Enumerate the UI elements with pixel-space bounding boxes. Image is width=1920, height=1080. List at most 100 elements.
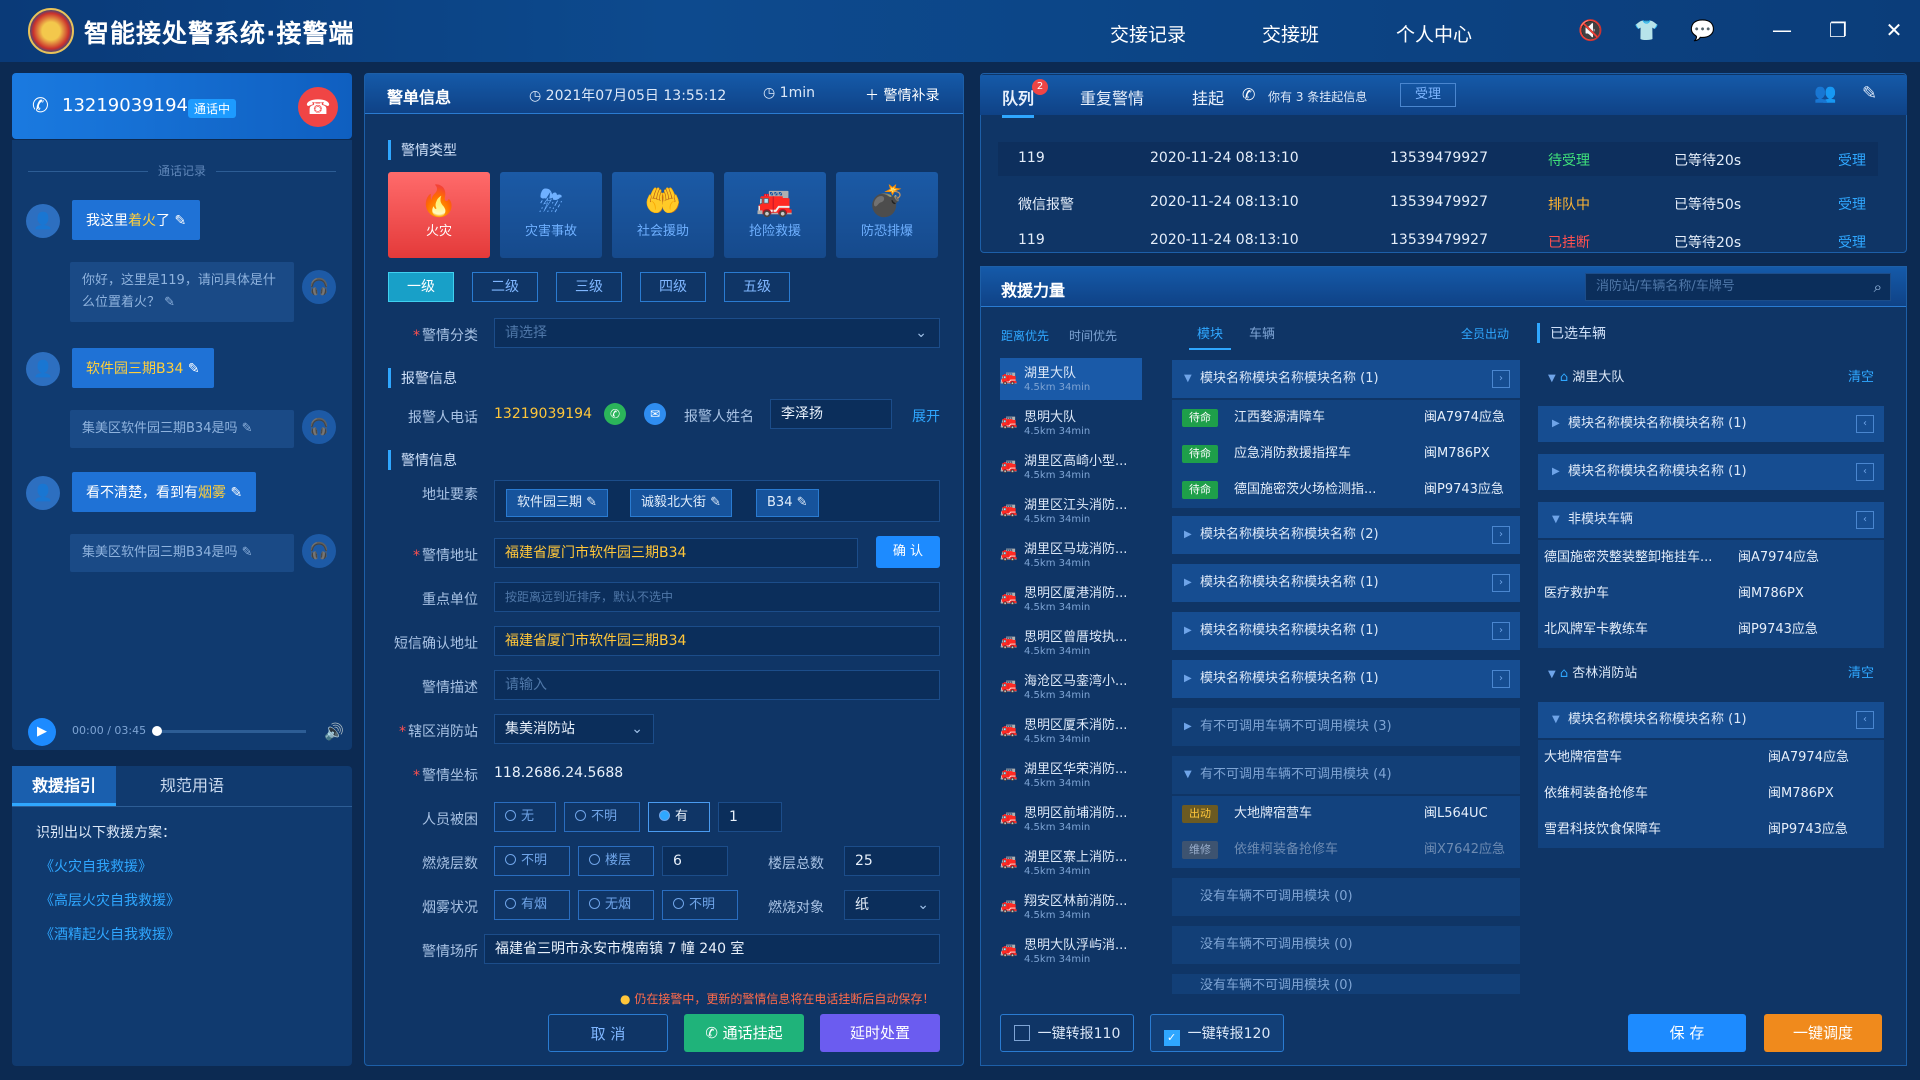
trapped-count-input[interactable]: 1 bbox=[718, 802, 782, 832]
category-fire[interactable]: 🔥 火灾 bbox=[388, 172, 490, 258]
message-icon[interactable]: 💬 bbox=[1690, 18, 1715, 42]
queue-row[interactable]: 微信报警 2020-11-24 08:13:10 13539479927 排队中 已等待… bbox=[998, 186, 1878, 220]
nav-personal-center[interactable]: 个人中心 bbox=[1396, 20, 1472, 47]
station-item[interactable]: 🚒 思明区曾厝垵执... 4.5km 34min bbox=[1000, 622, 1142, 664]
addr-tag[interactable]: 诚毅北大街 ✎ bbox=[630, 489, 733, 517]
tab-modules[interactable]: 模块 bbox=[1189, 323, 1232, 350]
station-item[interactable]: 🚒 思明大队浮屿消... 4.5km 34min bbox=[1000, 930, 1142, 972]
station-item[interactable]: 🚒 湖里区马垅消防... 4.5km 34min bbox=[1000, 534, 1142, 576]
addr-tag[interactable]: 软件园三期 ✎ bbox=[506, 489, 609, 517]
selected-vehicle-row[interactable]: 北风牌军卡教练车 闽P9743应急 bbox=[1538, 612, 1884, 648]
vehicle-row[interactable]: 维修 依维柯装备抢修车 闽X7642应急 bbox=[1172, 832, 1520, 868]
hold-call-button[interactable]: ✆ 通话挂起 bbox=[684, 1014, 804, 1052]
module-row[interactable]: ▶ 模块名称模块名称模块名称 (2) › bbox=[1172, 516, 1520, 554]
edit-icon[interactable]: ✎ bbox=[230, 485, 242, 501]
selected-module-row[interactable]: ▶ 模块名称模块名称模块名称 (1) ‹ bbox=[1538, 454, 1884, 490]
edit-icon[interactable]: ✎ bbox=[242, 545, 253, 560]
floor-input[interactable]: 6 bbox=[662, 846, 728, 876]
guide-link[interactable]: 《酒精起火自我救援》 bbox=[40, 924, 180, 944]
transfer-110-checkbox[interactable]: 一键转报110 bbox=[1000, 1014, 1134, 1052]
vehicle-row[interactable]: 待命 江西婺源清障车 闽A7974应急 bbox=[1172, 400, 1520, 436]
non-module-row[interactable]: ▼ 非模块车辆 ‹ bbox=[1538, 502, 1884, 538]
guide-link[interactable]: 《火灾自我救援》 bbox=[40, 856, 152, 876]
station-item[interactable]: 🚒 湖里区华荣消防... 4.5km 34min bbox=[1000, 754, 1142, 796]
selected-module-row[interactable]: ▶ 模块名称模块名称模块名称 (1) ‹ bbox=[1538, 406, 1884, 442]
user-icon[interactable]: 👥 bbox=[1814, 83, 1836, 104]
expand-link[interactable]: 展开 bbox=[912, 406, 940, 426]
station-item[interactable]: 🚒 湖里区寨上消防... 4.5km 34min bbox=[1000, 842, 1142, 884]
selected-vehicle-row[interactable]: 德国施密茨整装整卸拖挂车... 闽A7974应急 bbox=[1538, 540, 1884, 576]
vehicle-row[interactable]: 待命 德国施密茨火场检测指... 闽P9743应急 bbox=[1172, 472, 1520, 508]
trapped-unknown-radio[interactable]: 不明 bbox=[564, 802, 640, 832]
level-2[interactable]: 二级 bbox=[472, 272, 538, 302]
smoke-unknown-radio[interactable]: 不明 bbox=[662, 890, 738, 920]
level-1[interactable]: 一级 bbox=[388, 272, 454, 302]
tab-rescue-guide[interactable]: 救援指引 bbox=[12, 766, 117, 806]
unavailable-module-row[interactable]: ▼ 有不可调用车辆不可调用模块 (4) bbox=[1172, 756, 1520, 794]
edit-icon[interactable]: ✎ bbox=[164, 295, 175, 310]
station-item[interactable]: 🚒 海沧区马銮湾小... 4.5km 34min bbox=[1000, 666, 1142, 708]
selected-station-row[interactable]: ▼ ⌂ 湖里大队 清空 bbox=[1538, 360, 1884, 396]
queue-row[interactable]: 119 2020-11-24 08:13:10 13539479927 已挂断 已等待2… bbox=[998, 228, 1878, 252]
module-row[interactable]: ▶ 模块名称模块名称模块名称 (1) › bbox=[1172, 660, 1520, 698]
level-3[interactable]: 三级 bbox=[556, 272, 622, 302]
all-out-link[interactable]: 全员出动 bbox=[1461, 325, 1509, 342]
supplement-button[interactable]: ＋ 警情补录 bbox=[865, 85, 939, 105]
sms-icon[interactable]: ✉ bbox=[644, 403, 666, 425]
hangup-button[interactable]: ☎ bbox=[298, 87, 338, 127]
tab-vehicles[interactable]: 车辆 bbox=[1249, 323, 1275, 342]
tab-standard-phrases[interactable]: 规范用语 bbox=[140, 766, 244, 806]
level-4[interactable]: 四级 bbox=[640, 272, 706, 302]
nav-handover-records[interactable]: 交接记录 bbox=[1110, 20, 1186, 47]
selected-vehicle-row[interactable]: 医疗救护车 闽M786PX bbox=[1538, 576, 1884, 612]
station-item[interactable]: 🚒 翔安区林前消防... 4.5km 34min bbox=[1000, 886, 1142, 928]
queue-row[interactable]: 119 2020-11-24 08:13:10 13539479927 待受理 已等待2… bbox=[998, 142, 1878, 176]
close-icon[interactable]: ✕ bbox=[1882, 18, 1906, 42]
tab-repeat-alarms[interactable]: 重复警情 bbox=[1080, 85, 1144, 109]
floor-level-radio[interactable]: 楼层 bbox=[578, 846, 654, 876]
trapped-none-radio[interactable]: 无 bbox=[494, 802, 556, 832]
selected-vehicle-row[interactable]: 依维柯装备抢修车 闽M786PX bbox=[1538, 776, 1884, 812]
vehicle-row[interactable]: 出动 大地牌宿营车 闽L564UC bbox=[1172, 796, 1520, 832]
sort-distance[interactable]: 距离优先 bbox=[1001, 327, 1049, 344]
level-5[interactable]: 五级 bbox=[724, 272, 790, 302]
category-disaster[interactable]: ⛈ 灾害事故 bbox=[500, 172, 602, 258]
save-button[interactable]: 保 存 bbox=[1628, 1014, 1746, 1052]
floor-unknown-radio[interactable]: 不明 bbox=[494, 846, 570, 876]
edit-icon[interactable]: ✎ bbox=[1862, 83, 1877, 104]
edit-icon[interactable]: ✎ bbox=[188, 361, 200, 377]
tab-on-hold[interactable]: 挂起 bbox=[1192, 85, 1224, 109]
cancel-button[interactable]: 取 消 bbox=[548, 1014, 668, 1052]
station-item[interactable]: 🚒 湖里区江头消防... 4.5km 34min bbox=[1000, 490, 1142, 532]
class-select[interactable]: 请选择 ⌄ bbox=[494, 318, 940, 348]
station-item[interactable]: 🚒 湖里大队 4.5km 34min bbox=[1000, 358, 1142, 400]
key-unit-select[interactable]: 按距离远到近排序，默认不选中 bbox=[494, 582, 940, 612]
selected-station-row[interactable]: ▼ ⌂ 杏林消防站 清空 bbox=[1538, 656, 1884, 692]
station-select[interactable]: 集美消防站 ⌄ bbox=[494, 714, 654, 744]
progress-handle[interactable] bbox=[152, 726, 162, 736]
vehicle-row[interactable]: 待命 应急消防救援指挥车 闽M786PX bbox=[1172, 436, 1520, 472]
smoke-yes-radio[interactable]: 有烟 bbox=[494, 890, 570, 920]
minimize-icon[interactable]: — bbox=[1770, 18, 1794, 42]
place-input[interactable]: 福建省三明市永安市槐南镇 7 幢 240 室 bbox=[484, 934, 940, 964]
delay-handle-button[interactable]: 延时处置 bbox=[820, 1014, 940, 1052]
module-row[interactable]: ▶ 模块名称模块名称模块名称 (1) › bbox=[1172, 564, 1520, 602]
audio-progress[interactable] bbox=[152, 726, 306, 736]
rescue-search-input[interactable]: 消防站/车辆名称/车牌号 ⌕ bbox=[1585, 273, 1891, 301]
selected-vehicle-row[interactable]: 雪君科技饮食保障车 闽P9743应急 bbox=[1538, 812, 1884, 848]
call-phone-icon[interactable]: ✆ bbox=[604, 403, 626, 425]
selected-vehicle-row[interactable]: 大地牌宿营车 闽A7974应急 bbox=[1538, 740, 1884, 776]
module-row[interactable]: ▶ 模块名称模块名称模块名称 (1) › bbox=[1172, 612, 1520, 650]
edit-icon[interactable]: ✎ bbox=[242, 421, 253, 436]
accept-hold-button[interactable]: 受理 bbox=[1400, 83, 1456, 107]
reporter-name-input[interactable]: 李泽扬 bbox=[770, 399, 892, 429]
module-row[interactable]: ▼ 模块名称模块名称模块名称 (1) › bbox=[1172, 360, 1520, 398]
dispatch-button[interactable]: 一键调度 bbox=[1764, 1014, 1882, 1052]
desc-input[interactable]: 请输入 bbox=[494, 670, 940, 700]
station-item[interactable]: 🚒 思明大队 4.5km 34min bbox=[1000, 402, 1142, 444]
volume-icon[interactable]: 🔊 bbox=[324, 722, 344, 741]
confirm-addr-button[interactable]: 确 认 bbox=[876, 536, 940, 568]
play-icon[interactable]: ▶ bbox=[28, 718, 56, 746]
edit-icon[interactable]: ✎ bbox=[174, 213, 186, 229]
unavailable-module-row[interactable]: ▶ 有不可调用车辆不可调用模块 (3) bbox=[1172, 708, 1520, 746]
